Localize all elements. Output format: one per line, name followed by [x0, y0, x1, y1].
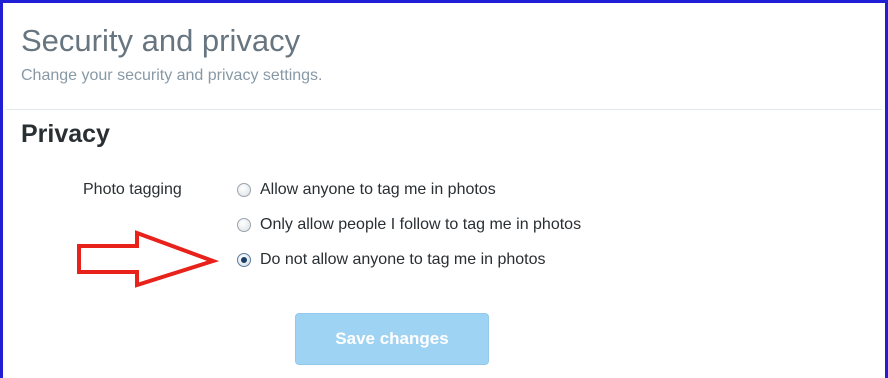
red-outline-arrow-icon	[77, 230, 220, 288]
photo-tagging-option-following[interactable]: Only allow people I follow to tag me in …	[237, 214, 581, 236]
save-button[interactable]: Save changes	[295, 313, 489, 365]
page-subtitle: Change your security and privacy setting…	[21, 67, 323, 84]
photo-tagging-option-nobody[interactable]: Do not allow anyone to tag me in photos	[237, 249, 581, 271]
radio-button-selected[interactable]	[237, 253, 251, 267]
radio-button[interactable]	[237, 183, 251, 197]
radio-label[interactable]: Do not allow anyone to tag me in photos	[260, 251, 546, 269]
header-divider	[6, 109, 882, 110]
radio-label[interactable]: Allow anyone to tag me in photos	[260, 181, 496, 199]
section-title-privacy: Privacy	[21, 120, 110, 148]
radio-label[interactable]: Only allow people I follow to tag me in …	[260, 216, 581, 234]
photo-tagging-label: Photo tagging	[83, 181, 182, 198]
page-title: Security and privacy	[21, 23, 301, 58]
photo-tagging-option-anyone[interactable]: Allow anyone to tag me in photos	[237, 179, 581, 201]
photo-tagging-radio-group: Allow anyone to tag me in photos Only al…	[237, 179, 581, 284]
settings-panel: Security and privacy Change your securit…	[0, 0, 888, 378]
radio-button[interactable]	[237, 218, 251, 232]
